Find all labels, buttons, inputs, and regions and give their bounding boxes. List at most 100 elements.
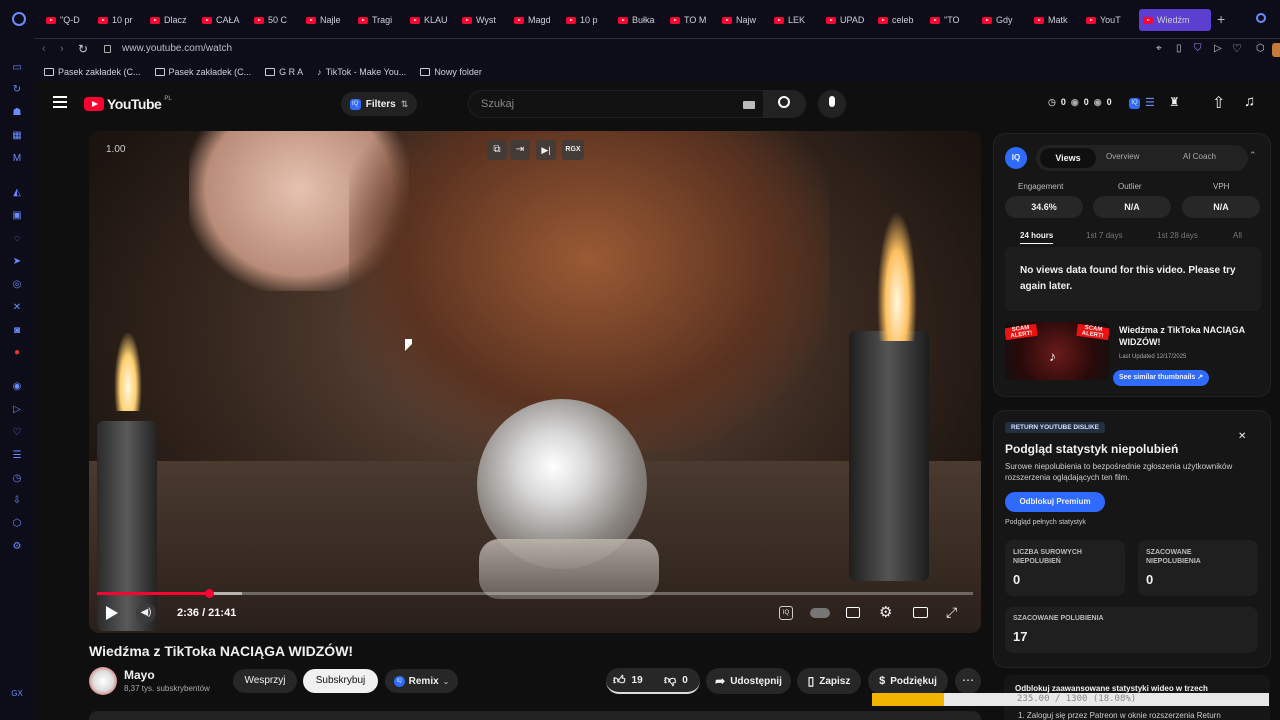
heart-icon[interactable]: ♡: [1232, 42, 1242, 55]
thanks-button[interactable]: $ Podziękuj: [868, 668, 948, 694]
volume-button[interactable]: ◀): [136, 603, 156, 623]
autoplay-toggle[interactable]: [810, 608, 830, 618]
subscribe-button[interactable]: Subskrybuj: [303, 669, 378, 693]
browser-tab[interactable]: Wiedźm: [1139, 9, 1211, 31]
profile-avatar[interactable]: [1272, 43, 1280, 57]
pip-icon[interactable]: ⧉: [487, 140, 507, 160]
bookmark-folder-5[interactable]: Nowy folder: [420, 67, 482, 77]
url-text[interactable]: www.youtube.com/watch: [122, 43, 232, 54]
bookmark-folder-1[interactable]: Pasek zakładek (C...: [44, 67, 141, 77]
favorites-icon[interactable]: ♡: [11, 427, 23, 439]
upload-icon[interactable]: ⇧: [1212, 93, 1225, 113]
mail-icon[interactable]: M: [11, 153, 23, 165]
browser-tab[interactable]: CAŁA: [202, 10, 246, 30]
x-icon[interactable]: ✕: [11, 302, 23, 314]
notifications-icon[interactable]: ♫: [1244, 93, 1255, 110]
tab-overview[interactable]: Overview: [1106, 152, 1139, 161]
enter-icon[interactable]: ⇥: [510, 140, 530, 160]
browser-tab[interactable]: Najw: [722, 10, 766, 30]
progress-track[interactable]: [97, 589, 973, 598]
browser-tab[interactable]: Gdy: [982, 10, 1026, 30]
browser-tab[interactable]: Najle: [306, 10, 350, 30]
play-button[interactable]: [106, 606, 118, 620]
gx-icon[interactable]: GX: [11, 688, 23, 700]
tab-views[interactable]: Views: [1040, 148, 1096, 168]
extensions-icon[interactable]: ⬡: [1256, 43, 1265, 54]
channel-name[interactable]: Mayo: [124, 668, 155, 682]
like-button[interactable]: 👍︎ 19: [613, 673, 643, 688]
shield-icon[interactable]: ⛉: [1194, 43, 1202, 54]
new-tab-button[interactable]: +: [1217, 11, 1225, 27]
search-box[interactable]: Szukaj: [468, 90, 764, 118]
vidiq-player-icon[interactable]: IQ: [779, 606, 793, 620]
range-28d[interactable]: 1st 28 days: [1157, 231, 1198, 240]
browser-tab[interactable]: YouT: [1086, 10, 1130, 30]
forward-icon[interactable]: ›: [60, 43, 64, 55]
extensions-sidebar-icon[interactable]: ⬡: [11, 518, 23, 530]
bookmark-tiktok[interactable]: ♪ TikTok - Make You...: [317, 67, 406, 77]
share-button[interactable]: ➦ Udostępnij: [706, 668, 791, 694]
browser-tab[interactable]: 10 p: [566, 10, 610, 30]
settings-icon[interactable]: ⚙: [11, 541, 23, 553]
browser-tab[interactable]: Tragi: [358, 10, 402, 30]
tab-ai-coach[interactable]: AI Coach: [1183, 152, 1216, 161]
rgx-button[interactable]: RGX: [562, 140, 584, 160]
close-icon[interactable]: ✕: [1238, 431, 1246, 442]
history-icon[interactable]: ◷: [11, 473, 23, 485]
telegram-icon[interactable]: ➤: [11, 256, 23, 268]
youtube-logo[interactable]: YouTube PL: [84, 96, 172, 112]
thumbnail-image[interactable]: SCAM ALERT! SCAM ALERT! ♪: [1005, 322, 1109, 380]
similar-thumbnails-button[interactable]: See similar thumbnails ↗: [1113, 370, 1210, 386]
pin-icon[interactable]: ⌖: [1156, 43, 1162, 54]
messages-icon[interactable]: ▭: [11, 62, 23, 74]
list-icon[interactable]: ☰: [11, 450, 23, 462]
browser-tab[interactable]: KLAU: [410, 10, 454, 30]
reload-icon[interactable]: ↻: [78, 42, 88, 56]
apps-icon[interactable]: ◭: [11, 187, 23, 199]
sync-icon[interactable]: ↻: [11, 84, 23, 96]
remix-button[interactable]: IQ Remix ⌄: [385, 669, 458, 693]
vpn-icon[interactable]: ●: [11, 347, 23, 359]
browser-tab[interactable]: Wyst: [462, 10, 506, 30]
collapse-icon[interactable]: ⌃: [1249, 150, 1257, 161]
browser-tab[interactable]: Dlacz: [150, 10, 194, 30]
range-24h[interactable]: 24 hours: [1020, 231, 1054, 244]
send-icon[interactable]: ▷: [1214, 43, 1222, 54]
video-player[interactable]: 1.00 ⧉ ⇥ ▶| RGX ◀) 2:36 / 21:41 IQ ⚙ ⤢: [89, 131, 981, 633]
search-button[interactable]: [764, 90, 806, 118]
twitch-icon[interactable]: ▣: [11, 210, 23, 222]
browser-tab[interactable]: LEK: [774, 10, 818, 30]
browser-tab[interactable]: Bułka: [618, 10, 662, 30]
browser-tab[interactable]: "Q-D: [46, 10, 90, 30]
range-7d[interactable]: 1st 7 days: [1086, 231, 1122, 240]
channel-avatar[interactable]: [89, 667, 117, 695]
browser-tab[interactable]: Matk: [1034, 10, 1078, 30]
trophy-icon[interactable]: ♜: [1169, 95, 1180, 109]
keyboard-icon[interactable]: [743, 101, 755, 109]
filters-button[interactable]: IQ Filters ⇅: [341, 92, 417, 116]
voice-search-button[interactable]: [818, 90, 846, 118]
bookmark-page-icon[interactable]: ▯: [1176, 43, 1182, 54]
theater-mode-icon[interactable]: [913, 607, 928, 618]
bookmark-folder-2[interactable]: Pasek zakładek (C...: [154, 67, 251, 77]
browser-menu-icon[interactable]: [12, 12, 26, 26]
full-stats-link[interactable]: Podgląd pełnych statystyk: [1005, 519, 1086, 526]
hamburger-menu-icon[interactable]: [53, 96, 67, 108]
dislike-button[interactable]: 👎︎ 0: [664, 673, 688, 688]
range-all[interactable]: All: [1233, 231, 1242, 240]
messenger-icon[interactable]: ◌: [11, 233, 23, 245]
fullscreen-icon[interactable]: ⤢: [946, 604, 957, 621]
vidiq-extension-icon[interactable]: IQ: [1129, 98, 1140, 109]
browser-tab[interactable]: 10 pr: [98, 10, 142, 30]
search-tabs-icon[interactable]: [1256, 13, 1266, 23]
skip-icon[interactable]: ▶|: [536, 140, 556, 160]
browser-tab[interactable]: TO M: [670, 10, 714, 30]
more-actions-button[interactable]: ⋯: [955, 668, 981, 694]
wallet-icon[interactable]: ▦: [11, 130, 23, 142]
search-input[interactable]: Szukaj: [481, 98, 514, 110]
bot-icon[interactable]: ☗: [11, 107, 23, 119]
settings-gear-icon[interactable]: ⚙: [879, 603, 892, 621]
player-icon[interactable]: ▷: [11, 404, 23, 416]
unlock-premium-button[interactable]: Odblokuj Premium: [1005, 492, 1105, 512]
browser-tab[interactable]: UPAD: [826, 10, 870, 30]
